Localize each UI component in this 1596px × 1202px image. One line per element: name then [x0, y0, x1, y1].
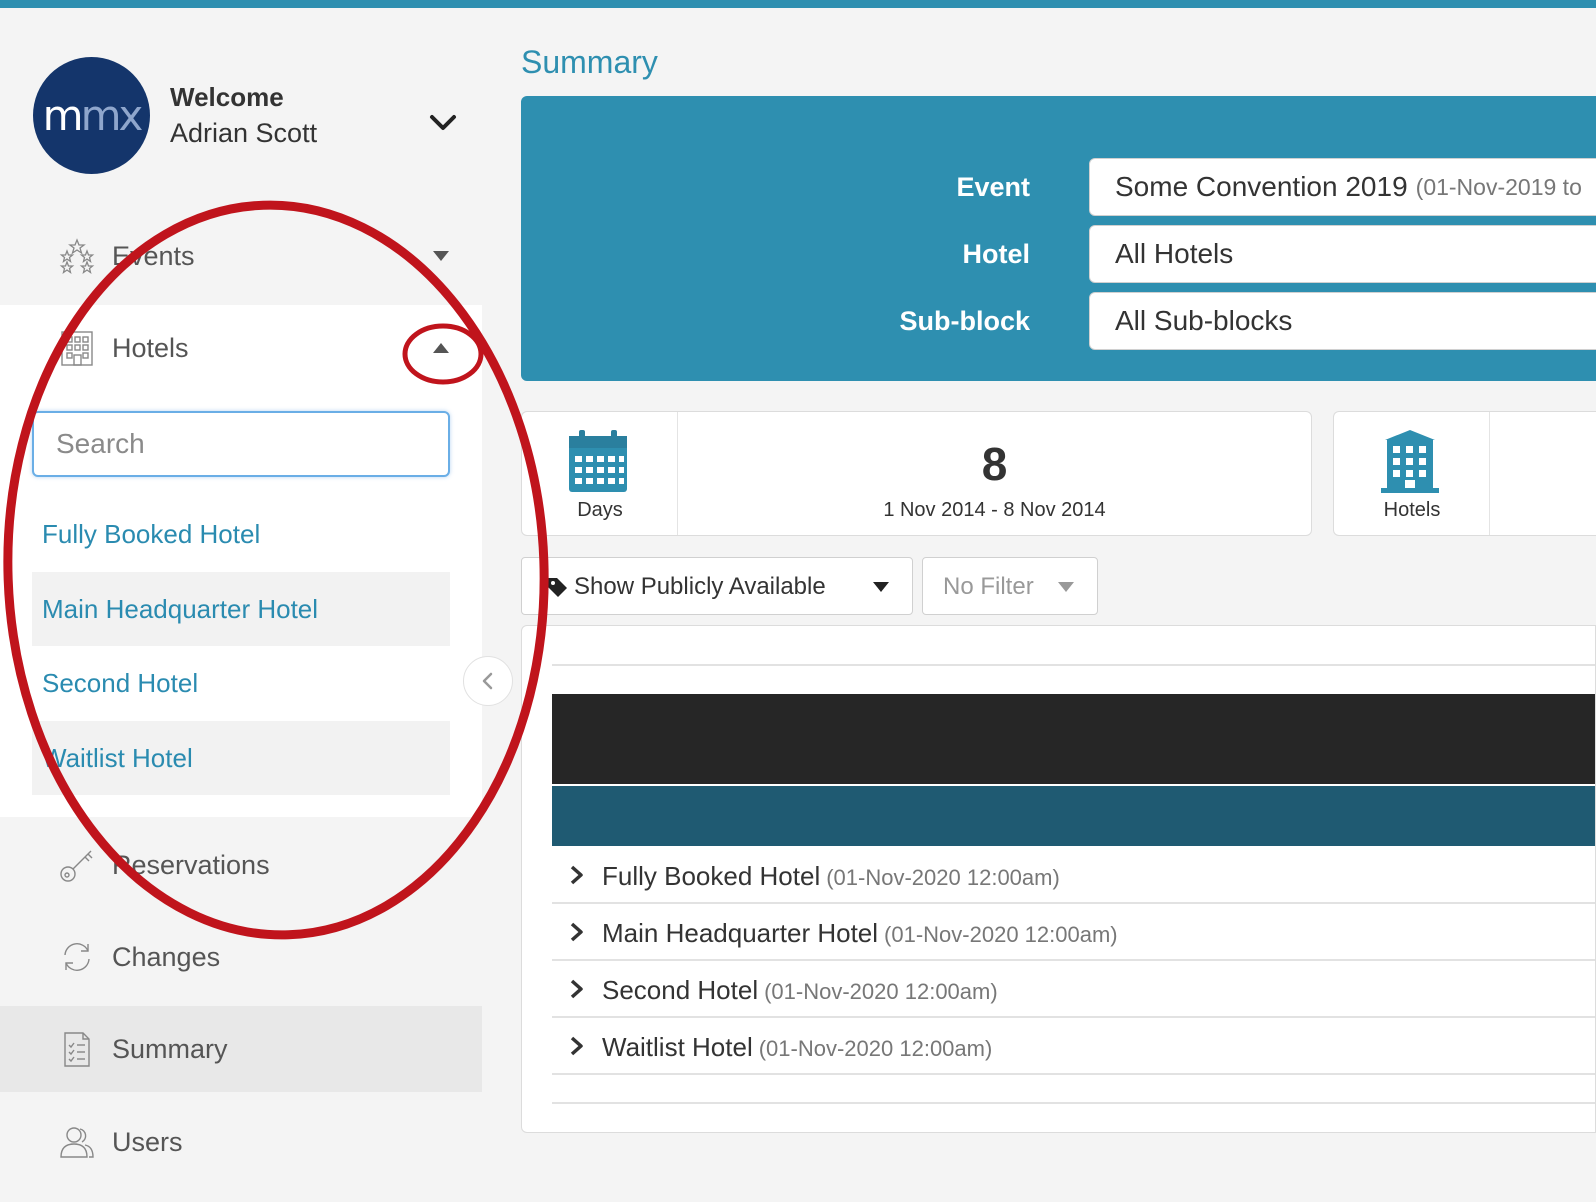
caret-down-icon [873, 582, 889, 592]
users-icon [60, 1127, 94, 1158]
subblock-select-value: All Sub-blocks [1115, 305, 1293, 336]
row-name-text: Main Headquarter Hotel [602, 918, 879, 948]
building-icon [61, 331, 93, 366]
stars-icon [59, 238, 95, 275]
sidebar-item-label: Summary [112, 1033, 228, 1064]
hotels-caption: Hotels [1383, 499, 1441, 521]
sidebar-item-label: Users [112, 1126, 183, 1157]
table-header-dark [552, 694, 1595, 784]
sidebar-item-hotels[interactable]: Hotels [0, 305, 482, 391]
logo-text-part2: mx [80, 91, 144, 140]
table-divider [552, 1102, 1595, 1104]
days-date-range: 1 Nov 2014 - 8 Nov 2014 [883, 499, 1106, 521]
row-hotel-name: Fully Booked Hotel (01-Nov-2020 12:00am) [602, 861, 1060, 892]
row-hotel-name: Main Headquarter Hotel (01-Nov-2020 12:00… [602, 918, 1118, 949]
chevron-left-icon [482, 672, 493, 690]
filter-panel: Event Some Convention 2019 (01-Nov-2019 … [521, 96, 1596, 381]
logo-text-part1: m [42, 91, 84, 140]
hotel-link-waitlist[interactable]: Waitlist Hotel [32, 721, 450, 795]
row-date: (01-Nov-2020 12:00am) [826, 865, 1060, 890]
building-icon [1381, 430, 1439, 493]
row-hotel-name: Second Hotel (01-Nov-2020 12:00am) [602, 975, 998, 1006]
row-date: (01-Nov-2020 12:00am) [884, 922, 1118, 947]
row-date: (01-Nov-2020 12:00am) [758, 1036, 993, 1061]
sidebar-item-summary[interactable]: Summary [0, 1006, 482, 1092]
row-date: (01-Nov-2020 12:00am) [764, 979, 998, 1004]
chevron-right-icon [570, 922, 583, 942]
days-stat-card: Days 8 1 Nov 2014 - 8 Nov 2014 [521, 411, 1312, 536]
availability-dropdown[interactable]: Show Publicly Available [521, 557, 913, 615]
event-label: Event [956, 172, 1030, 202]
user-name: Adrian Scott [170, 118, 318, 148]
sidebar-item-events[interactable]: Events [0, 213, 482, 299]
sidebar-item-label: Changes [112, 941, 221, 972]
page-title: Summary [521, 44, 658, 80]
chevron-right-icon [570, 1036, 583, 1056]
table-row[interactable]: Main Headquarter Hotel (01-Nov-2020 12:00… [552, 904, 1595, 961]
table-header-teal [552, 786, 1595, 846]
table-row[interactable]: Second Hotel (01-Nov-2020 12:00am) [552, 961, 1595, 1018]
caret-down-icon [1058, 582, 1074, 592]
table-row[interactable]: Fully Booked Hotel (01-Nov-2020 12:00am) [552, 847, 1595, 904]
hotel-link-main-headquarter[interactable]: Main Headquarter Hotel [32, 572, 450, 646]
row-name-text: Waitlist Hotel [602, 1032, 753, 1062]
hotel-link-fully-booked[interactable]: Fully Booked Hotel [32, 497, 450, 571]
sidebar-item-users[interactable]: Users [0, 1099, 482, 1185]
key-icon [60, 850, 93, 882]
hotel-select-value: All Hotels [1115, 238, 1234, 269]
sidebar-item-reservations[interactable]: Reservations [0, 822, 482, 908]
chevron-right-icon [570, 865, 583, 885]
caret-up-icon[interactable] [432, 342, 450, 354]
hotel-search-input[interactable] [32, 411, 450, 477]
caret-down-icon [433, 251, 449, 261]
days-caption: Days [577, 499, 623, 521]
logo: m mx [33, 57, 150, 174]
days-count: 8 [981, 438, 1008, 490]
refresh-icon [64, 943, 90, 971]
sidebar-item-label: Reservations [112, 849, 270, 880]
row-hotel-name: Waitlist Hotel (01-Nov-2020 12:00am) [602, 1032, 992, 1063]
table-divider [552, 664, 1595, 666]
hotel-link-second[interactable]: Second Hotel [32, 646, 450, 720]
event-select-value: Some Convention 2019 [1115, 171, 1408, 202]
availability-dropdown-label: Show Publicly Available [574, 573, 826, 600]
collapse-sidebar-button[interactable] [463, 656, 513, 706]
hotels-icon-cell: Hotels [1334, 412, 1490, 535]
filter-dropdown-label: No Filter [943, 573, 1034, 600]
subblock-label: Sub-block [899, 306, 1030, 336]
hotel-summary-table: Fully Booked Hotel (01-Nov-2020 12:00am) … [521, 625, 1596, 1133]
welcome-heading: Welcome [170, 82, 284, 112]
row-name-text: Fully Booked Hotel [602, 861, 821, 891]
tag-icon [548, 578, 567, 597]
sidebar-item-label: Hotels [112, 332, 189, 363]
top-accent-bar [0, 0, 1596, 8]
event-select[interactable]: Some Convention 2019 (01-Nov-2019 to [1089, 158, 1596, 216]
sidebar-item-changes[interactable]: Changes [0, 914, 482, 1000]
calendar-icon [569, 430, 627, 492]
days-icon-cell: Days [522, 412, 678, 535]
event-date-range: (01-Nov-2019 to [1415, 173, 1582, 200]
chevron-down-icon[interactable] [428, 108, 458, 138]
row-name-text: Second Hotel [602, 975, 759, 1005]
filter-dropdown[interactable]: No Filter [922, 557, 1098, 615]
chevron-right-icon [570, 979, 583, 999]
table-row[interactable]: Waitlist Hotel (01-Nov-2020 12:00am) [552, 1018, 1595, 1075]
hotel-select[interactable]: All Hotels [1089, 225, 1596, 283]
subblock-select[interactable]: All Sub-blocks [1089, 292, 1596, 350]
hotels-stat-card: Hotels [1333, 411, 1596, 536]
hotel-label: Hotel [962, 239, 1031, 269]
checklist-document-icon [64, 1032, 90, 1067]
sidebar-item-label: Events [112, 240, 195, 271]
